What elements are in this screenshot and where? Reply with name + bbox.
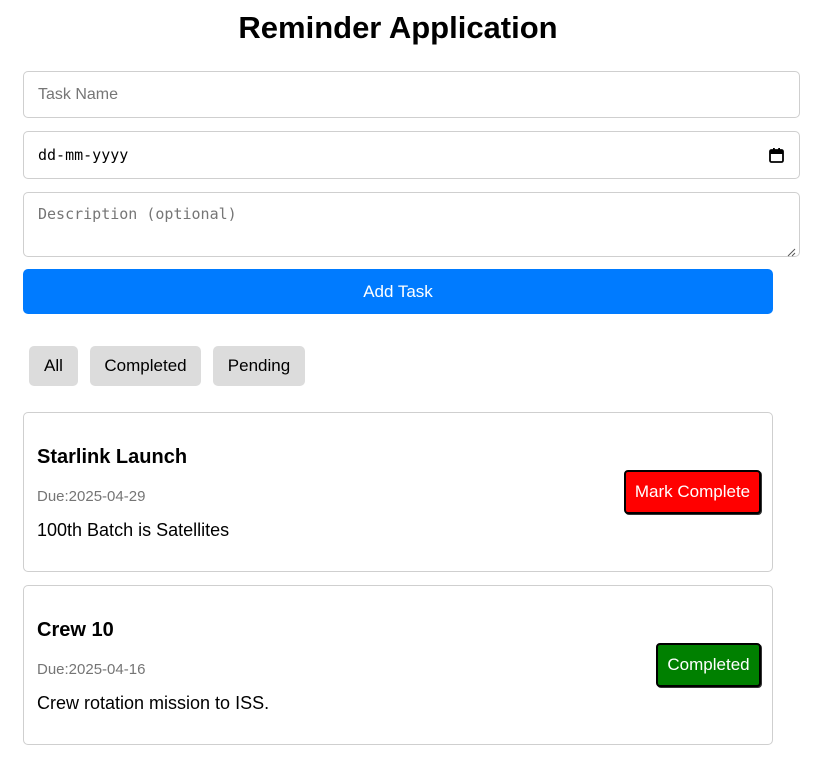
task-name-placeholder: Task Name bbox=[38, 85, 119, 103]
task-title: Crew 10 bbox=[37, 619, 114, 641]
page-title: Reminder Application bbox=[238, 10, 558, 45]
resize-handle-icon[interactable] bbox=[787, 244, 796, 257]
task-name-input[interactable]: Task Name bbox=[23, 71, 800, 118]
completed-button[interactable]: Completed bbox=[656, 643, 761, 687]
task-card: Starlink Launch Due:2025-04-29 100th Bat… bbox=[23, 412, 773, 572]
task-title: Starlink Launch bbox=[37, 446, 188, 468]
task-due-date: Due:2025-04-16 bbox=[37, 661, 146, 678]
add-task-button[interactable]: Add Task bbox=[23, 269, 773, 314]
task-card: Crew 10 Due:2025-04-16 Crew rotation mis… bbox=[23, 585, 773, 745]
mark-complete-button[interactable]: Mark Complete bbox=[624, 470, 761, 514]
due-date-input[interactable]: dd-mm-yyyy bbox=[23, 131, 800, 179]
task-description: 100th Batch is Satellites bbox=[37, 520, 230, 540]
date-placeholder: dd-mm-yyyy bbox=[38, 146, 129, 164]
task-description: Crew rotation mission to ISS. bbox=[37, 693, 270, 713]
filter-all-button[interactable]: All bbox=[29, 346, 78, 386]
description-placeholder: Description (optional) bbox=[38, 205, 237, 223]
filter-pending-button[interactable]: Pending bbox=[213, 346, 305, 386]
calendar-icon[interactable] bbox=[768, 147, 785, 164]
filter-completed-button[interactable]: Completed bbox=[90, 346, 201, 386]
description-textarea[interactable]: Description (optional) bbox=[23, 192, 800, 257]
task-due-date: Due:2025-04-29 bbox=[37, 488, 146, 505]
